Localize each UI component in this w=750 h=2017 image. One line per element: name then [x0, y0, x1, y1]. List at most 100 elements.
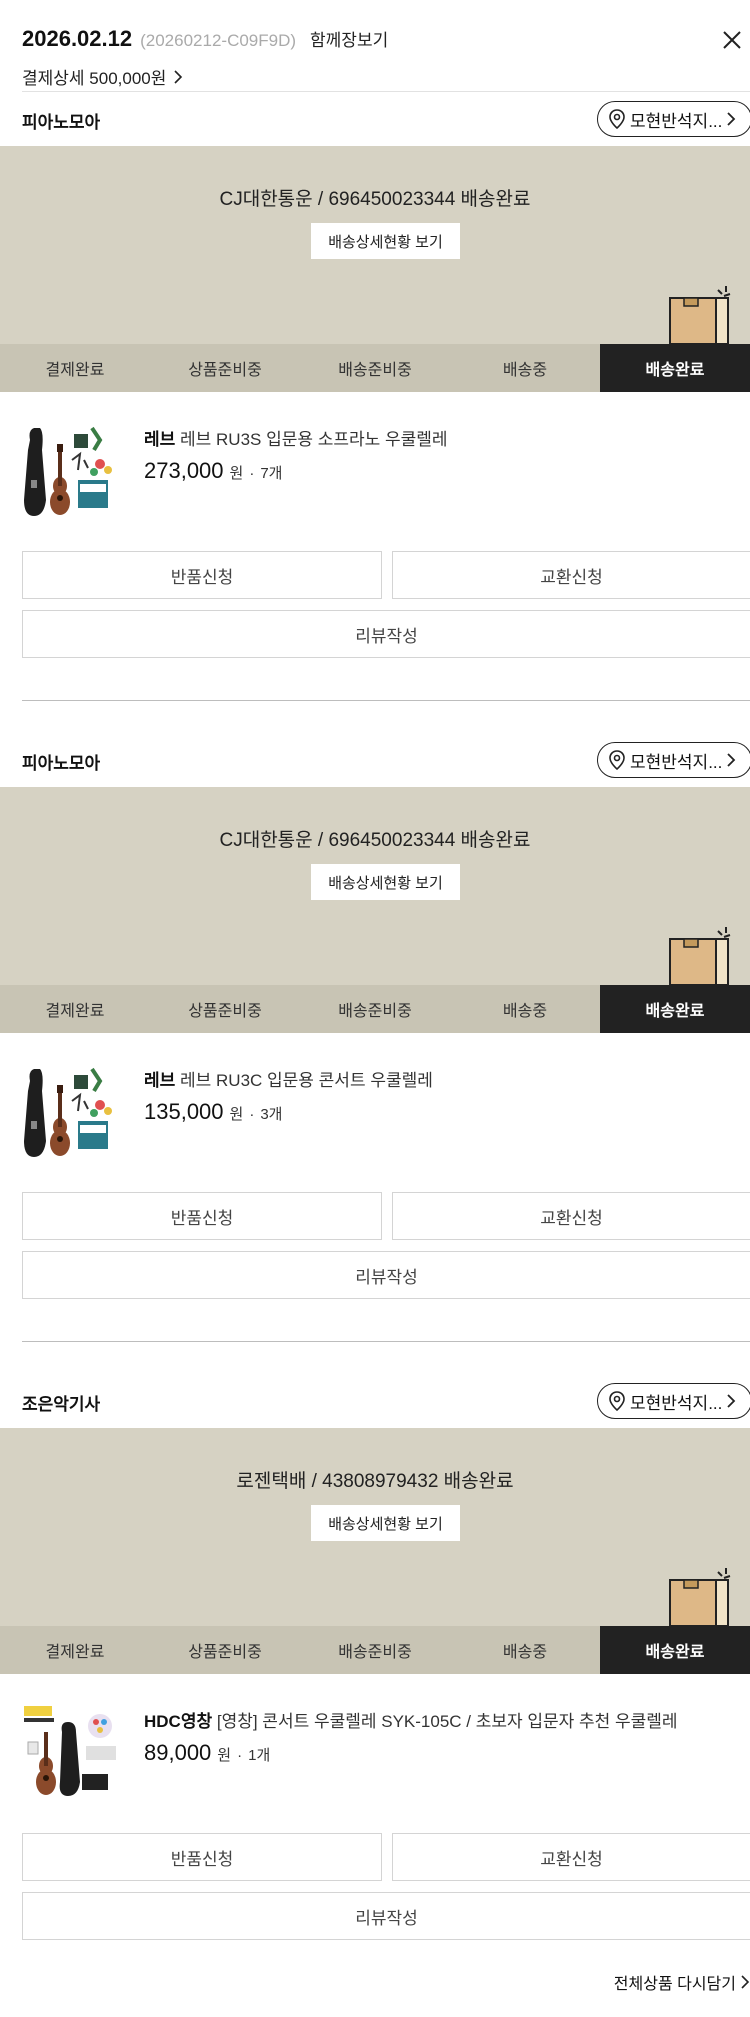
product-image[interactable]: [22, 420, 122, 520]
write-review-button[interactable]: 리뷰작성: [22, 1892, 750, 1940]
location-pin-icon: [609, 1391, 625, 1411]
return-request-button[interactable]: 반품신청: [22, 1833, 382, 1881]
seller-section: 피아노모아 모현반석지... CJ대한통운 / 696450023344 배송완…: [0, 92, 750, 701]
step-in-transit: 배송중: [502, 1644, 548, 1661]
seller-section: 피아노모아 모현반석지... CJ대한통운 / 696450023344 배송완…: [0, 733, 750, 1342]
product-image[interactable]: [22, 1061, 122, 1161]
seller-name: 조은악기사: [22, 1395, 101, 1414]
shipping-detail-button[interactable]: 배송상세현황 보기: [311, 864, 460, 900]
location-button[interactable]: 모현반석지...: [597, 1383, 750, 1419]
product-title[interactable]: HDC영창 [영창] 콘서트 우쿨렐레 SYK-105C / 초보자 입문자 추…: [144, 1707, 678, 1732]
action-row: 반품신청 교환신청: [22, 1192, 750, 1240]
product-price: 273,000 원 · 7개: [144, 458, 283, 484]
write-review-button[interactable]: 리뷰작성: [22, 610, 750, 658]
seller-name: 피아노모아: [22, 754, 101, 773]
location-button[interactable]: 모현반석지...: [597, 742, 750, 778]
step-payment-complete: 결제완료: [45, 1003, 105, 1020]
product-name: [영창] 콘서트 우쿨렐레 SYK-105C / 초보자 입문자 추천 우쿨렐레: [216, 1712, 678, 1731]
section-divider: [22, 1341, 750, 1342]
seller-section: 조은악기사 모현반석지... 로젠택배 / 43808979432 배송완료 배…: [0, 1374, 750, 1940]
step-in-transit: 배송중: [502, 1003, 548, 1020]
return-request-button[interactable]: 반품신청: [22, 551, 382, 599]
seller-bar: 피아노모아 모현반석지...: [0, 733, 750, 787]
shipping-banner: CJ대한통운 / 696450023344 배송완료 배송상세현황 보기 결제완…: [0, 146, 750, 392]
seller-bar: 조은악기사 모현반석지...: [0, 1374, 750, 1428]
product-quantity: 3개: [260, 1106, 283, 1123]
product-price: 89,000 원 · 1개: [144, 1740, 270, 1766]
shipping-banner: 로젠택배 / 43808979432 배송완료 배송상세현황 보기 결제완료 상…: [0, 1428, 750, 1674]
exchange-request-button[interactable]: 교환신청: [392, 1833, 750, 1881]
step-delivered: 배송완료: [600, 1626, 750, 1674]
step-delivered: 배송완료: [600, 344, 750, 392]
delivery-progress: 결제완료 상품준비중 배송준비중 배송중 배송완료: [0, 1626, 750, 1674]
product-item[interactable]: 레브 레브 RU3C 입문용 콘서트 우쿨렐레 135,000 원 · 3개: [0, 1033, 750, 1193]
chevron-right-icon: [741, 1975, 750, 1989]
step-payment-complete: 결제완료: [45, 1644, 105, 1661]
shipping-detail-button[interactable]: 배송상세현황 보기: [311, 223, 460, 259]
action-row: 반품신청 교환신청: [22, 551, 750, 599]
delivery-box-icon: [669, 286, 731, 344]
write-review-button[interactable]: 리뷰작성: [22, 1251, 750, 1299]
separator-dot: ·: [249, 465, 255, 482]
order-date: 2026.02.12: [22, 26, 133, 51]
delivery-box-icon: [669, 927, 731, 985]
location-pin-icon: [609, 750, 625, 770]
order-header: 2026.02.12 (20260212-C09F9D) 함께장보기: [22, 26, 750, 52]
exchange-request-button[interactable]: 교환신청: [392, 551, 750, 599]
product-brand: HDC영창: [144, 1712, 213, 1731]
delivery-progress: 결제완료 상품준비중 배송준비중 배송중 배송완료: [0, 344, 750, 392]
product-item[interactable]: 레브 레브 RU3S 입문용 소프라노 우쿨렐레 273,000 원 · 7개: [0, 392, 750, 552]
together-cart-label: 함께장보기: [310, 31, 389, 50]
location-label: 모현반석지...: [630, 752, 723, 772]
step-preparing-product: 상품준비중: [188, 1003, 262, 1020]
price-value: 135,000: [144, 1099, 224, 1124]
seller-name: 피아노모아: [22, 113, 101, 132]
exchange-request-button[interactable]: 교환신청: [392, 1192, 750, 1240]
shipping-banner: CJ대한통운 / 696450023344 배송완료 배송상세현황 보기 결제완…: [0, 787, 750, 1033]
chevron-right-icon: [727, 112, 736, 126]
product-brand: 레브: [144, 430, 176, 449]
shipping-detail-button[interactable]: 배송상세현황 보기: [311, 1505, 460, 1541]
reorder-all-link[interactable]: 전체상품 다시담기: [614, 1970, 750, 1994]
step-preparing-product: 상품준비중: [188, 1644, 262, 1661]
delivery-box-icon: [669, 1568, 731, 1626]
price-unit: 원: [229, 465, 244, 482]
price-unit: 원: [229, 1106, 244, 1123]
step-preparing-shipment: 배송준비중: [338, 1003, 412, 1020]
location-pin-icon: [609, 109, 625, 129]
action-row: 리뷰작성: [22, 610, 750, 658]
step-delivered: 배송완료: [600, 985, 750, 1033]
payment-detail-label: 결제상세 500,000원: [22, 69, 167, 88]
product-title[interactable]: 레브 레브 RU3C 입문용 콘서트 우쿨렐레: [144, 1066, 433, 1091]
payment-detail-link[interactable]: 결제상세 500,000원: [22, 64, 184, 89]
shipping-info: CJ대한통운 / 696450023344 배송완료: [219, 830, 531, 851]
action-row: 리뷰작성: [22, 1892, 750, 1940]
chevron-right-icon: [727, 1394, 736, 1408]
step-in-transit: 배송중: [502, 362, 548, 379]
order-date-row: 2026.02.12 (20260212-C09F9D) 함께장보기: [22, 26, 750, 52]
close-icon[interactable]: [720, 28, 744, 52]
step-payment-complete: 결제완료: [45, 362, 105, 379]
product-item[interactable]: HDC영창 [영창] 콘서트 우쿨렐레 SYK-105C / 초보자 입문자 추…: [0, 1674, 750, 1834]
product-title[interactable]: 레브 레브 RU3S 입문용 소프라노 우쿨렐레: [144, 425, 448, 450]
step-preparing-shipment: 배송준비중: [338, 1644, 412, 1661]
product-name: 레브 RU3S 입문용 소프라노 우쿨렐레: [180, 430, 448, 449]
product-quantity: 1개: [248, 1747, 271, 1764]
location-label: 모현반석지...: [630, 111, 723, 131]
price-value: 273,000: [144, 458, 224, 483]
return-request-button[interactable]: 반품신청: [22, 1192, 382, 1240]
product-quantity: 7개: [260, 465, 283, 482]
action-row: 반품신청 교환신청: [22, 1833, 750, 1881]
step-preparing-shipment: 배송준비중: [338, 362, 412, 379]
step-preparing-product: 상품준비중: [188, 362, 262, 379]
separator-dot: ·: [237, 1747, 243, 1764]
order-detail-page: 2026.02.12 (20260212-C09F9D) 함께장보기 결제상세 …: [0, 0, 750, 2017]
shipping-info: CJ대한통운 / 696450023344 배송완료: [219, 189, 531, 210]
action-row: 리뷰작성: [22, 1251, 750, 1299]
location-label: 모현반석지...: [630, 1393, 723, 1413]
product-name: 레브 RU3C 입문용 콘서트 우쿨렐레: [180, 1071, 433, 1090]
product-image[interactable]: [22, 1702, 122, 1802]
location-button[interactable]: 모현반석지...: [597, 101, 750, 137]
price-unit: 원: [217, 1747, 232, 1764]
reorder-all-label: 전체상품 다시담기: [613, 1976, 736, 1993]
